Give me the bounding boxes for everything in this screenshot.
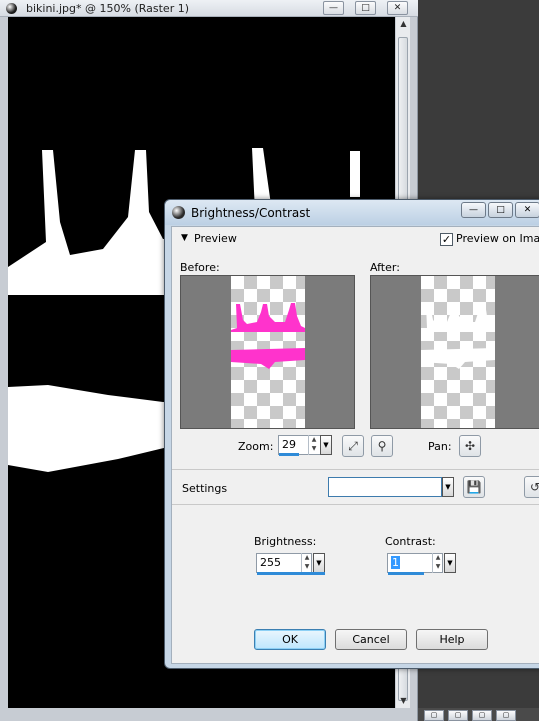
zoom-fit-icon[interactable]: ⤢ (342, 435, 364, 457)
brightness-spinner[interactable]: ▲ ▼ (301, 553, 312, 573)
dialog-maximize-button[interactable]: □ (488, 202, 513, 218)
dialog-minimize-button[interactable]: — (461, 202, 486, 218)
minimized-windows-bar: ▢ ▢ ▢ ▢ (418, 708, 539, 721)
contrast-spinner[interactable]: ▲ ▼ (432, 553, 443, 573)
contrast-label: Contrast: (385, 535, 436, 548)
doc-minimize-button[interactable]: — (323, 1, 344, 15)
reset-icon[interactable]: ↺ (524, 476, 539, 498)
zoom-dropdown-button[interactable]: ▼ (320, 435, 332, 455)
contrast-slider-fill (388, 572, 424, 575)
settings-label: Settings (182, 482, 228, 495)
doc-close-button[interactable]: ✕ (387, 1, 408, 15)
brightness-label: Brightness: (254, 535, 317, 548)
help-button[interactable]: Help (416, 629, 488, 650)
brightness-value: 255 (260, 556, 281, 569)
chevron-down-icon[interactable]: ▼ (181, 233, 188, 243)
after-preview[interactable] (370, 275, 539, 429)
app-icon (6, 3, 17, 14)
after-label: After: (370, 261, 400, 274)
app-icon (172, 206, 185, 219)
scroll-down-icon[interactable]: ▼ (396, 694, 411, 708)
contrast-dropdown-button[interactable]: ▼ (444, 553, 456, 573)
before-preview[interactable] (180, 275, 355, 429)
restore-icon[interactable]: ▢ (448, 710, 468, 721)
dialog-title: Brightness/Contrast (191, 206, 311, 220)
dialog-title-bar[interactable]: Brightness/Contrast — □ ✕ (165, 200, 539, 225)
cancel-button[interactable]: Cancel (335, 629, 407, 650)
zoom-lens-icon[interactable]: ⚲ (371, 435, 393, 457)
preview-toggle[interactable]: Preview (194, 232, 237, 245)
after-bikini-image (421, 303, 495, 369)
pan-icon[interactable]: ✣ (459, 435, 481, 457)
settings-preset-dropdown[interactable] (328, 477, 442, 497)
before-label: Before: (180, 261, 220, 274)
save-preset-icon[interactable]: 💾 (463, 476, 485, 498)
preview-on-image-label: Preview on Image (456, 232, 539, 245)
preview-on-image-checkbox[interactable]: ✓ (440, 233, 453, 246)
brightness-contrast-dialog: Brightness/Contrast — □ ✕ ▼ Preview ✓ Pr… (164, 199, 539, 669)
document-title-bar[interactable]: bikini.jpg* @ 150% (Raster 1) — □ ✕ (0, 0, 418, 17)
zoom-spinner[interactable]: ▲ ▼ (308, 435, 319, 455)
zoom-slider-fill (279, 453, 299, 456)
before-bikini-image (231, 303, 305, 369)
ok-button[interactable]: OK (254, 629, 326, 650)
restore-icon[interactable]: ▢ (424, 710, 444, 721)
scroll-up-icon[interactable]: ▲ (396, 17, 411, 31)
divider (172, 469, 539, 470)
pan-label: Pan: (428, 440, 452, 453)
restore-icon[interactable]: ▢ (496, 710, 516, 721)
restore-icon[interactable]: ▢ (472, 710, 492, 721)
doc-maximize-button[interactable]: □ (355, 1, 376, 15)
brightness-slider-fill (257, 572, 325, 575)
dialog-client-area: ▼ Preview ✓ Preview on Image Before: Aft… (171, 226, 539, 664)
zoom-value: 29 (282, 438, 296, 451)
zoom-label: Zoom: (238, 440, 274, 453)
contrast-value: 1 (391, 556, 400, 569)
brightness-dropdown-button[interactable]: ▼ (313, 553, 325, 573)
dialog-close-button[interactable]: ✕ (515, 202, 539, 218)
document-title: bikini.jpg* @ 150% (Raster 1) (26, 2, 190, 15)
divider (172, 504, 539, 505)
chevron-down-icon[interactable]: ▼ (442, 477, 454, 497)
